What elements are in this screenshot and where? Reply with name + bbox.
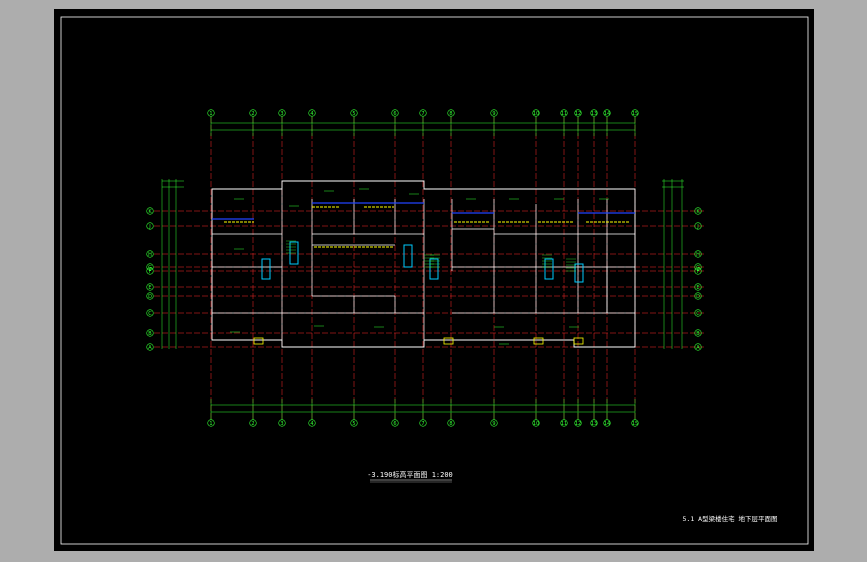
- axis-label-right-D: D: [696, 294, 700, 300]
- axis-label-top-14: 14: [604, 111, 610, 117]
- axis-label-bottom-9: 9: [492, 421, 495, 427]
- axis-label-top-13: 13: [591, 111, 597, 117]
- axis-label-bottom-3: 3: [280, 421, 283, 427]
- axis-label-left-D: D: [148, 294, 152, 300]
- axis-label-top-6: 6: [393, 111, 396, 117]
- door-mark: [533, 337, 544, 345]
- axis-label-top-1: 1: [209, 111, 212, 117]
- axis-label-bottom-1: 1: [209, 421, 212, 427]
- axis-label-bottom-8: 8: [449, 421, 452, 427]
- axis-label-bottom-7: 7: [421, 421, 424, 427]
- axis-label-bottom-14: 14: [604, 421, 610, 427]
- axis-label-right-C: C: [696, 311, 700, 317]
- axis-label-bottom-2: 2: [251, 421, 254, 427]
- axis-label-left-A: A: [148, 345, 152, 351]
- stair-well: [429, 258, 439, 280]
- door-mark: [443, 337, 454, 345]
- axis-label-top-7: 7: [421, 111, 424, 117]
- axis-label-top-4: 4: [310, 111, 313, 117]
- axis-label-bottom-15: 15: [632, 421, 638, 427]
- axis-label-bottom-4: 4: [310, 421, 313, 427]
- axis-label-left-C: C: [148, 311, 152, 317]
- wall-outlines: [211, 180, 636, 348]
- outer-wall: [211, 180, 636, 348]
- axis-label-top-12: 12: [575, 111, 581, 117]
- sheet-title: 5.1 A型梁楼住宅 地下层平面图: [683, 514, 778, 523]
- axis-grid: 1122334455667788991010111112121313141415…: [146, 109, 704, 427]
- axis-label-top-8: 8: [449, 111, 452, 117]
- axis-label-bottom-10: 10: [533, 421, 539, 427]
- axis-label-left-B: B: [148, 331, 152, 337]
- drawing-frame: [60, 16, 809, 545]
- axis-label-bottom-11: 11: [561, 421, 567, 427]
- axis-label-right-H: H: [696, 252, 700, 258]
- axis-label-top-2: 2: [251, 111, 254, 117]
- plan-title: -3.190标高平面图 1:200: [367, 470, 453, 479]
- axis-label-top-5: 5: [352, 111, 355, 117]
- axis-label-bottom-6: 6: [393, 421, 396, 427]
- cad-viewport[interactable]: 1 1 2 2 3 3 4 4 5 5 6 6 7 7 8 8 9 9 10 10 11 11 12 12 13 13 14 14 15…: [54, 9, 814, 551]
- stair-well: [403, 244, 413, 268]
- stair-well: [544, 258, 554, 280]
- axis-label-top-11: 11: [561, 111, 567, 117]
- axis-label-bottom-5: 5: [352, 421, 355, 427]
- axis-label-top-9: 9: [492, 111, 495, 117]
- floor-plan-drawing: 1122334455667788991010111112121313141415…: [60, 16, 809, 545]
- axis-label-left-J: J: [148, 224, 150, 230]
- axis-label-bottom-13: 13: [591, 421, 597, 427]
- axis-label-right-B: B: [696, 331, 700, 337]
- axis-label-right-A: A: [696, 345, 700, 351]
- plan-details: [212, 188, 635, 345]
- axis-label-right-G: G: [696, 265, 700, 271]
- stair-well: [261, 258, 271, 280]
- axis-label-right-J: J: [696, 224, 698, 230]
- axis-label-right-E: E: [696, 285, 699, 291]
- axis-label-top-3: 3: [280, 111, 283, 117]
- axis-label-bottom-12: 12: [575, 421, 581, 427]
- axis-label-left-E: E: [148, 285, 151, 291]
- axis-label-top-10: 10: [533, 111, 539, 117]
- door-mark: [253, 337, 264, 345]
- axis-label-left-G: G: [148, 265, 152, 271]
- door-mark: [573, 337, 584, 345]
- axis-label-left-H: H: [148, 252, 152, 258]
- axis-label-top-15: 15: [632, 111, 638, 117]
